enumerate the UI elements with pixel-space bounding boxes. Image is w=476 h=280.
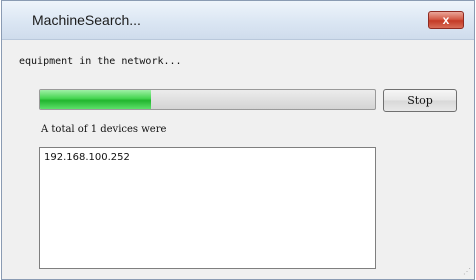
title-bar: MachineSearch... x [2, 1, 474, 40]
device-list[interactable]: 192.168.100.252 [39, 147, 376, 269]
close-button[interactable]: x [428, 11, 464, 29]
device-list-item[interactable]: 192.168.100.252 [44, 152, 130, 163]
progress-fill [40, 90, 151, 109]
device-count-text: A total of 1 devices were [41, 124, 167, 135]
window-title: MachineSearch... [32, 12, 141, 28]
resize-grip-icon[interactable]: ⋰ [463, 268, 471, 276]
dialog-body: equipment in the network... Stop A total… [2, 40, 474, 279]
stop-button[interactable]: Stop [383, 89, 457, 112]
search-progress-bar [39, 89, 376, 110]
machine-search-dialog: MachineSearch... x equipment in the netw… [1, 0, 475, 280]
search-status-text: equipment in the network... [19, 56, 182, 67]
